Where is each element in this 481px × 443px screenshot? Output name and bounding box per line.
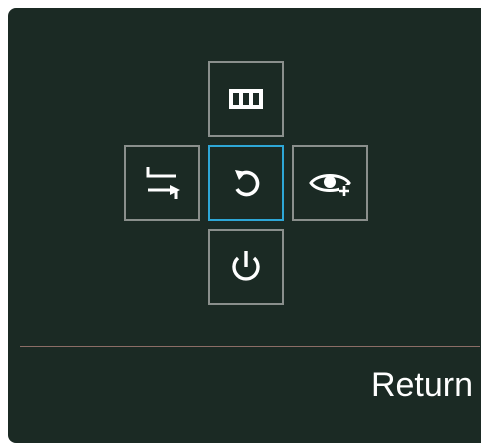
menu-columns-button[interactable] xyxy=(208,61,284,137)
return-icon xyxy=(235,170,260,197)
columns-icon xyxy=(229,89,263,109)
eye-plus-icon xyxy=(309,174,351,196)
divider xyxy=(20,346,480,347)
power-button[interactable] xyxy=(208,229,284,305)
power-icon xyxy=(232,251,260,281)
eye-plus-button[interactable] xyxy=(292,145,368,221)
osd-menu-panel: Return xyxy=(8,8,481,443)
input-swap-button[interactable] xyxy=(124,145,200,221)
swap-arrows-icon xyxy=(146,167,180,199)
return-button[interactable] xyxy=(208,145,284,221)
selected-function-label: Return xyxy=(370,366,473,404)
